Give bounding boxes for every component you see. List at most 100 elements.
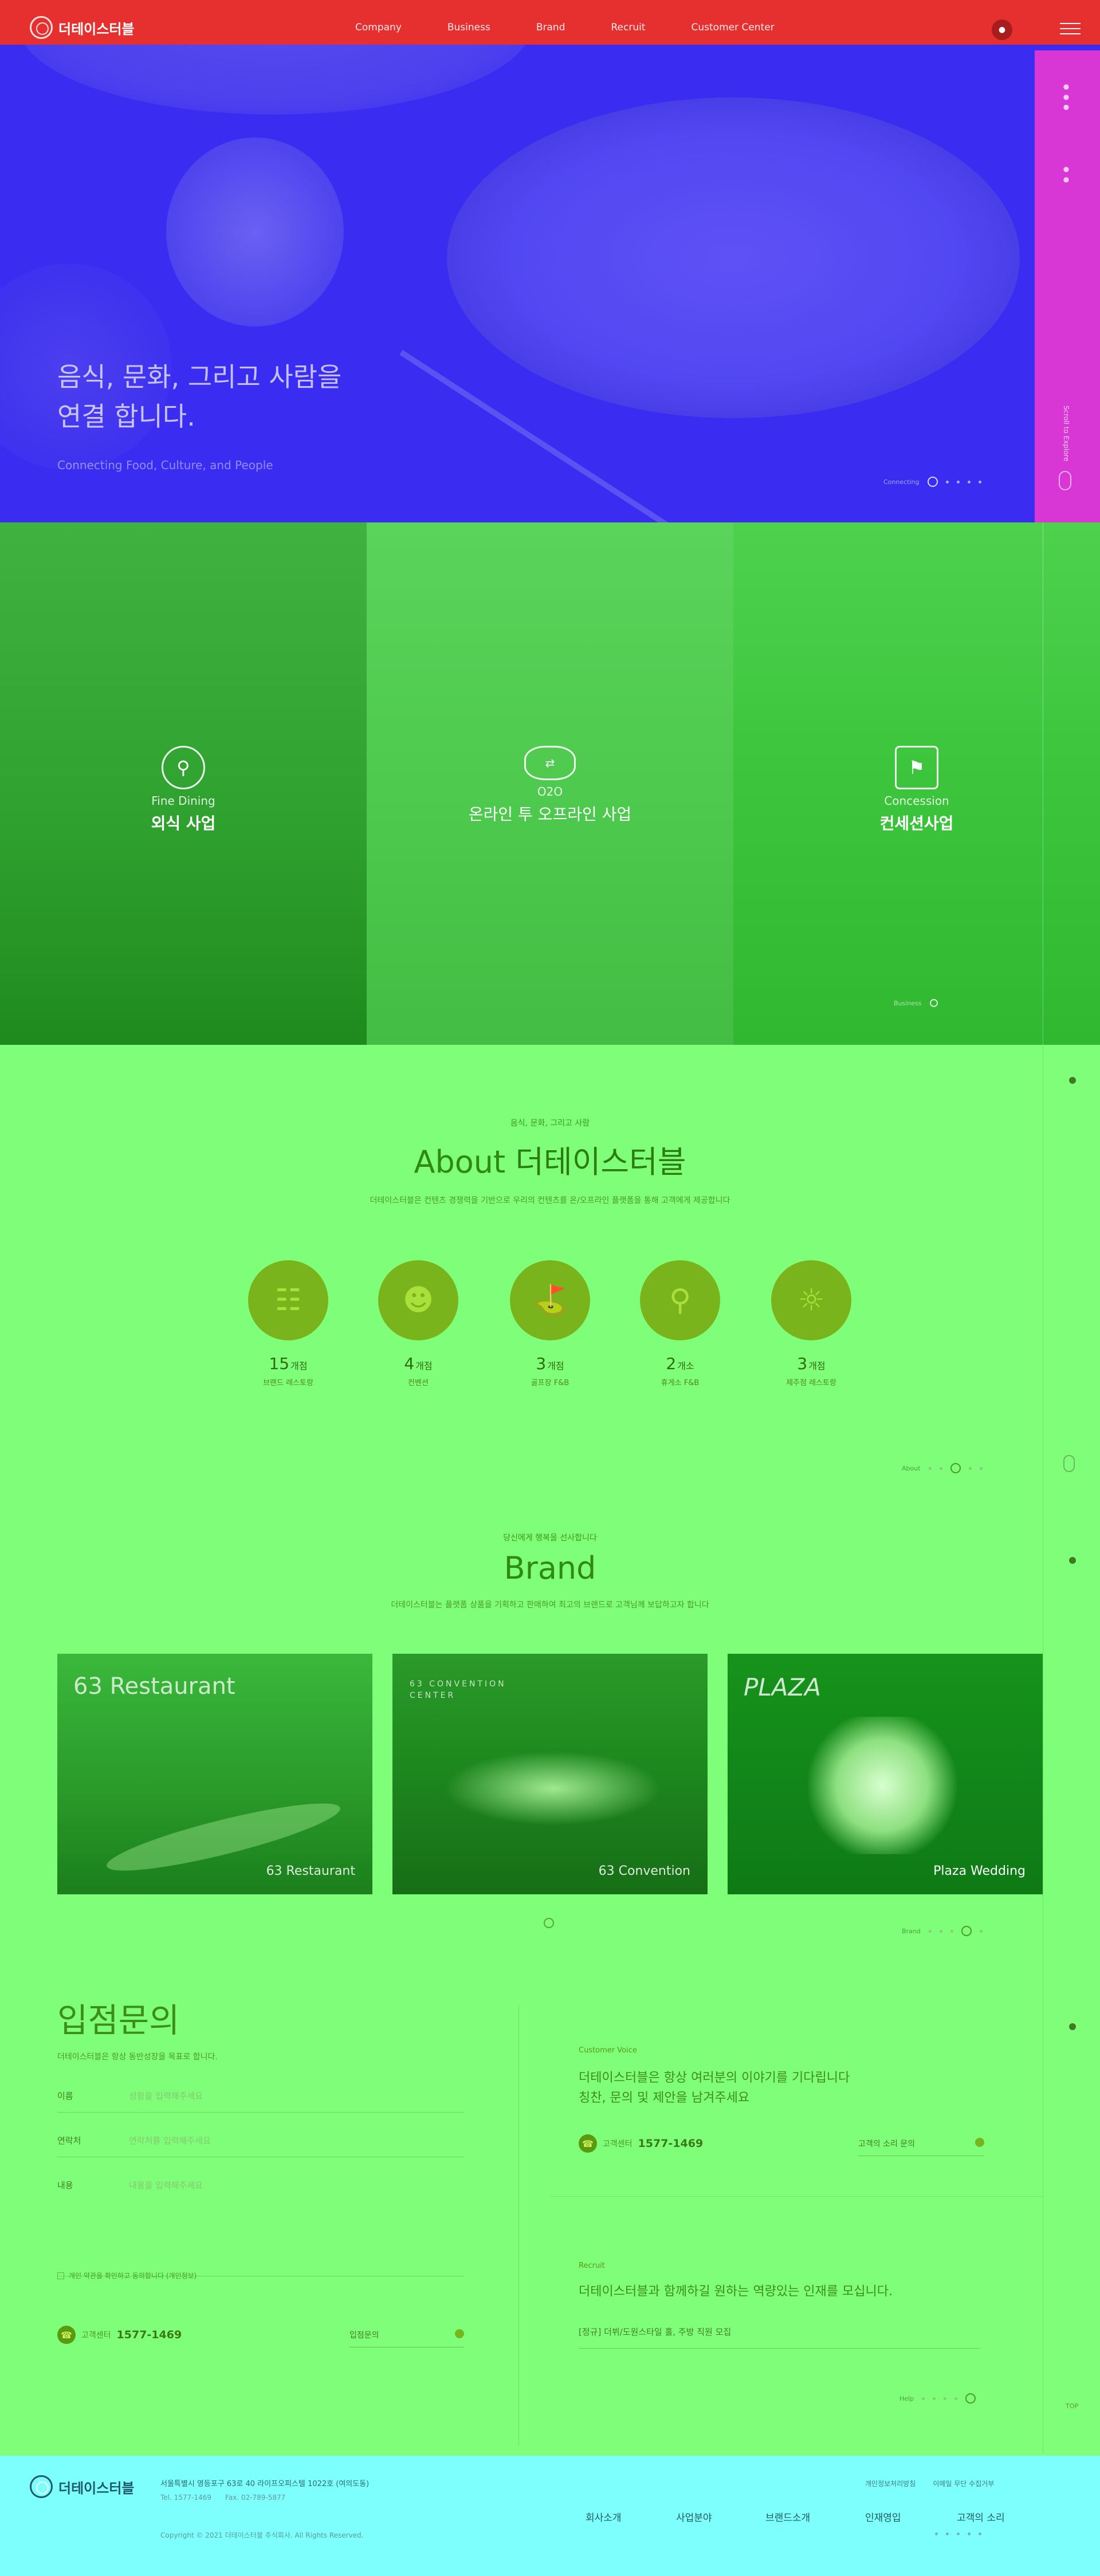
footer: 더테이스터블 서울특별시 영등포구 63로 40 라이프오피스텔 1022호 (… [0,2456,1100,2576]
mouse-scroll-icon [1063,1455,1075,1472]
indicator-label: About [902,1464,921,1472]
stat-label: 제주점 레스토랑 [786,1379,836,1387]
inquiry-section: 입점문의 더테이스터블은 항상 동반성장을 목표로 합니다. 이름 성함을 입력… [0,1045,1100,2456]
business-section: 더테이스터블 Company Business Brand Recruit Cu… [0,522,1100,1045]
fine-dining-icon: ⚲ [162,746,205,789]
plate-image [447,97,1020,418]
brand-logo: 63 CONVENTION CENTER [410,1680,506,1700]
side-nav-dot[interactable] [1069,1557,1076,1564]
footer-address: 서울특별시 영등포구 63로 40 라이프오피스텔 1022호 (여의도동) [160,2480,370,2488]
inquiry-submit-button[interactable]: 입점문의 [349,2329,464,2347]
stat-value: 3 개점 [536,1354,564,1373]
customer-voice-button[interactable]: 고객의 소리 문의 [858,2138,984,2156]
field-label: 이름 [57,2091,73,2101]
brand-caption: 63 Restaurant [266,1864,355,1878]
nav-business[interactable]: Business [447,22,490,33]
nav-brand[interactable]: Brand [536,22,565,33]
footer-contact: Tel. 1577-1469 Fax. 02-789-5877 [160,2494,285,2502]
top-button[interactable]: TOP [1066,2402,1078,2410]
footer-nav-company[interactable]: 회사소개 [586,2510,622,2524]
recruit-item-label: [정규] 더뷔/도원스타일 홀, 주방 직원 모집 [579,2327,732,2337]
brand-caption: 63 Convention [598,1864,690,1878]
side-nav-item[interactable]: ● ● [1062,165,1070,183]
business-kor: 컨세션사업 [879,814,954,833]
about-title-prefix: About [414,1144,506,1180]
business-panel-concession[interactable]: ⚑ Concession 컨세션사업 [733,522,1100,1045]
brand-title: Brand [504,1550,596,1586]
business-kor: 외식 사업 [151,814,216,833]
indicator-active-dot[interactable] [965,2393,976,2404]
search-button[interactable]: ● [992,19,1012,40]
stat-item: ☼ 3 개점 제주점 레스토랑 [754,1260,869,1387]
logo-text: 더테이스터블 [58,2480,135,2496]
stat-label: 브랜드 레스토랑 [263,1379,313,1387]
customer-voice-line1: 더테이스터블은 항상 여러분의 이야기를 기다립니다 [579,2071,850,2085]
brand-slide-indicator: Brand [902,1926,983,1936]
indicator-label: Brand [902,1927,921,1935]
stat-label: 컨벤션 [408,1379,429,1387]
form-row-content: 내용 내용을 입력해주세요 [57,2162,464,2276]
phone-label: 고객센터 [81,2331,111,2340]
submit-label: 입점문의 [349,2331,379,2340]
indicator-active-dot[interactable] [950,1463,961,1473]
nav-recruit[interactable]: Recruit [611,22,645,33]
customer-voice-phone: ☎ 고객센터 1577-1469 [579,2134,703,2153]
logo-icon [30,16,53,39]
phone-label: 고객센터 [603,2140,632,2149]
business-panel-o2o[interactable]: ⇄ O2O 온라인 투 오프라인 사업 [367,522,733,1045]
footer-copyright: Copyright © 2021 더테이스터블 주식회사. All Rights… [160,2531,364,2539]
concession-icon: ⚑ [895,746,938,789]
about-section: 음식, 문화, 그리고 사람 About 더테이스터블 더테이스터블은 컨텐츠 … [0,1045,1100,1515]
jeju-icon: ☼ [771,1260,851,1340]
brand-card-63-restaurant[interactable]: 63 Restaurant 63 Restaurant [57,1654,372,1894]
footer-nav-brand[interactable]: 브랜드소개 [765,2510,810,2524]
name-input[interactable]: 성함을 입력해주세요 [129,2090,203,2102]
indicator-active-dot[interactable] [961,1926,972,1936]
indicator-dot[interactable] [978,480,981,483]
indicator-dot[interactable] [945,480,949,483]
brand-card-plaza-wedding[interactable]: PLAZA Plaza Wedding [728,1654,1043,1894]
field-label: 내용 [57,2180,73,2190]
content-textarea[interactable]: 내용을 입력해주세요 [129,2179,203,2191]
brand-logo: 63 Restaurant [73,1673,235,1700]
phone-input[interactable]: 연락처를 입력해주세요 [129,2134,211,2146]
recruit-item[interactable]: [정규] 더뷔/도원스타일 홀, 주방 직원 모집 [579,2326,980,2349]
indicator-active-dot[interactable] [929,999,938,1007]
privacy-link[interactable]: 개인정보처리방침 [865,2479,916,2488]
bouquet-image [808,1717,957,1854]
email-policy-link[interactable]: 이메일 무단 수집거부 [933,2479,994,2488]
footer-logo[interactable]: 더테이스터블 [30,2475,134,2498]
indicator-dot[interactable] [956,480,960,483]
side-nav-dot[interactable] [1069,2023,1076,2030]
indicator-active-dot[interactable] [927,477,938,487]
hero-subtitle: Connecting Food, Culture, and People [57,458,273,472]
hero-slide-indicator: Connecting [883,477,981,487]
business-slide-indicator: Business [894,999,938,1007]
brand-pager-dot[interactable] [544,1918,554,1928]
customer-voice-text: 더테이스터블은 항상 여러분의 이야기를 기다립니다 칭찬, 문의 및 제안을 … [579,2068,850,2108]
side-nav-item[interactable]: ● ● ● [1062,82,1070,111]
side-navigation: ● ● ● ● ● Scroll to Explore [1035,50,1100,522]
business-panel-fine-dining[interactable]: ⚲ Fine Dining 외식 사업 [0,522,367,1045]
about-title: About 더테이스터블 [0,1136,1100,1182]
logo[interactable]: 더테이스터블 [30,16,134,39]
divider [518,2005,519,2446]
nav-customer-center[interactable]: Customer Center [692,22,775,33]
agree-checkbox[interactable] [57,2272,64,2279]
agree-checkbox-row[interactable]: 개인 약관을 확인하고 동의합니다 (개인정보) [57,2271,197,2280]
arrow-icon [455,2329,464,2338]
phone-number: 1577-1469 [116,2329,182,2341]
nav-company[interactable]: Company [355,22,402,33]
footer-nav-customer-voice[interactable]: 고객의 소리 [957,2510,1005,2524]
brand-card-63-convention[interactable]: 63 CONVENTION CENTER 63 Convention [392,1654,708,1894]
business-label: ⚲ Fine Dining 외식 사업 [0,746,367,834]
footer-nav-business[interactable]: 사업분야 [676,2510,712,2524]
side-nav-dot[interactable] [1069,1077,1076,1084]
brand-header: 당신에게 행복을 선사합니다 Brand 더테이스터블는 플랫폼 상품을 기획하… [0,1532,1100,1610]
form-row-phone: 연락처 연락처를 입력해주세요 [57,2117,464,2157]
mouse-scroll-icon [1059,471,1071,490]
footer-nav-recruit[interactable]: 인재영입 [865,2510,901,2524]
hero-title-line1: 음식, 문화, 그리고 사람을 [57,361,342,392]
indicator-dot[interactable] [967,480,971,483]
menu-button[interactable] [1060,23,1081,34]
